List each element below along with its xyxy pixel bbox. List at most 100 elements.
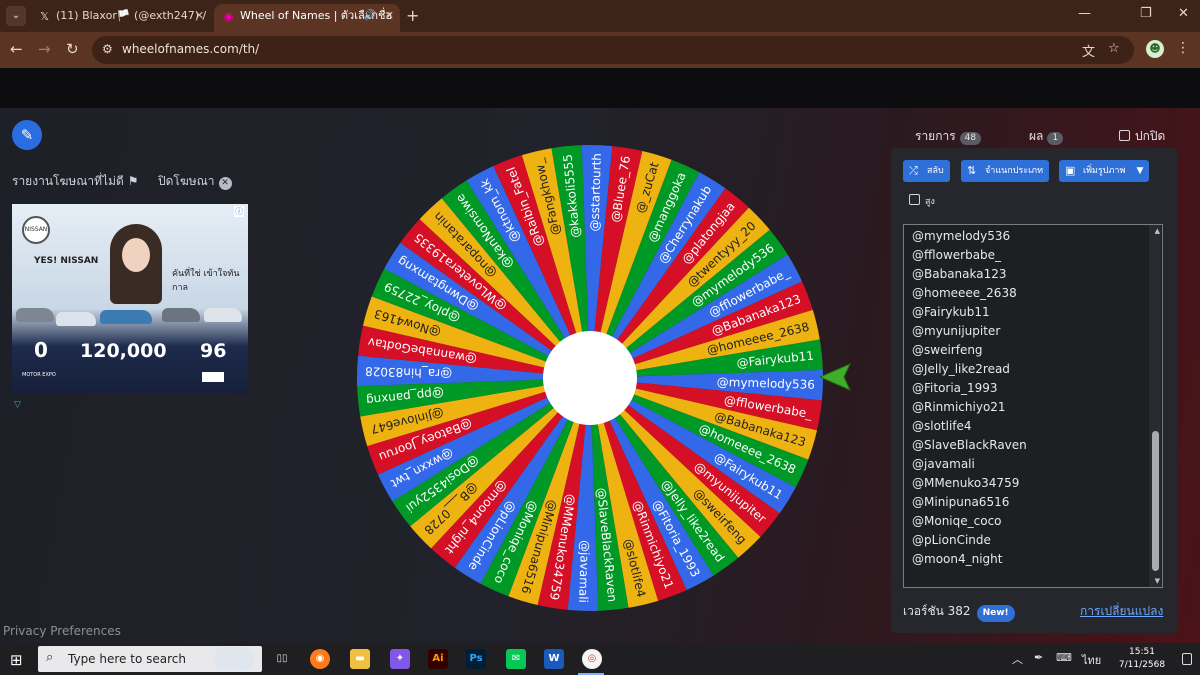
line-app-icon[interactable]: ✉ (506, 649, 526, 669)
entry-line[interactable]: @moon4_night (912, 552, 1002, 566)
word-icon[interactable]: W (544, 649, 564, 669)
entry-line[interactable]: @fflowerbabe_ (912, 248, 1001, 262)
add-image-button[interactable]: ▣ เพิ่มรูปภาพ ▼ (1059, 160, 1150, 182)
restore-icon[interactable]: ❐ (1140, 6, 1152, 21)
clock-time: 15:51 (1129, 647, 1155, 657)
photoshop-icon[interactable]: Ps (466, 649, 486, 669)
entry-line[interactable]: @homeeee_2638 (912, 286, 1017, 300)
wheel-of-names-icon: ◉ (223, 10, 234, 23)
close-ad-link[interactable]: ปิดโฆษณา ✕ (158, 172, 232, 191)
x-logo-icon: 𝕏 (40, 10, 49, 23)
browser-menu-icon[interactable]: ⋮ (1176, 40, 1190, 56)
sort-icon: ⇅ (967, 164, 977, 177)
close-window-icon[interactable]: ✕ (1178, 6, 1189, 21)
ad-info-icon[interactable]: ⓘ (234, 206, 244, 217)
copilot-icon[interactable]: ✦ (390, 649, 410, 669)
results-count-badge: 1 (1047, 132, 1064, 145)
entries-textarea[interactable]: ▲ ▼ @mymelody536 @fflowerbabe_ @Babanaka12… (903, 224, 1163, 588)
entry-line[interactable]: @SlaveBlackRaven (912, 438, 1027, 452)
windows-start-icon[interactable]: ⊞ (10, 651, 23, 669)
sort-button[interactable]: ⇅ จำแนกประเภท (961, 160, 1050, 182)
browser-tab-x[interactable]: 𝕏 (11) Blaxor🏳️ (@exth247) / X ✕ (30, 4, 210, 32)
hide-checkbox[interactable]: ปกปิด (1119, 127, 1165, 146)
file-explorer-icon[interactable]: ▬ (350, 649, 370, 669)
nissan-advertisement[interactable]: NISSAN YES! NISSAN คันที่ใช่ เข้าใจทันกา… (12, 204, 248, 394)
entry-line[interactable]: @MMenuko34759 (912, 476, 1019, 490)
entry-line[interactable]: @slotlife4 (912, 419, 972, 433)
entry-line[interactable]: @sweirfeng (912, 343, 983, 357)
entries-count-badge: 48 (959, 132, 982, 145)
new-tab-button[interactable]: + (406, 6, 419, 25)
chrome-icon[interactable]: ◎ (582, 649, 602, 669)
adchoices-icon[interactable]: ▽ (14, 400, 21, 410)
tab-results-label: ผล (1029, 129, 1044, 143)
entry-line[interactable]: @Fairykub11 (912, 305, 990, 319)
ad-months: 96 (200, 340, 227, 362)
browser-tab-wheel-of-names[interactable]: ◉ Wheel of Names | ตัวเลือกชื่อ 🔊 ✕ (214, 4, 400, 32)
entry-line[interactable]: @pLionCinde (912, 533, 991, 547)
entry-line[interactable]: @Jelly_like2read (912, 362, 1010, 376)
tab-results[interactable]: ผล 1 (1029, 127, 1064, 146)
tray-chevron-up-icon[interactable]: ︿ (1012, 651, 1023, 667)
forward-arrow-icon[interactable]: → (38, 40, 51, 58)
chevron-down-icon: ▼ (1136, 166, 1144, 176)
entry-line[interactable]: @Rinmichiyo21 (912, 400, 1006, 414)
entry-line[interactable]: @mymelody536 (912, 229, 1010, 243)
browser-tab-strip: ⌄ 𝕏 (11) Blaxor🏳️ (@exth247) / X ✕ ◉ Whe… (0, 0, 1200, 32)
taskbar-search-box[interactable]: ⌕ Type here to search (38, 646, 262, 672)
entry-line[interactable]: @Minipuna6516 (912, 495, 1009, 509)
firefox-icon[interactable]: ◉ (310, 649, 330, 669)
advanced-label: สูง (925, 197, 935, 207)
url-text[interactable]: wheelofnames.com/th/ (122, 42, 259, 56)
hide-checkbox-box[interactable] (1119, 130, 1130, 141)
wheel-center-hub[interactable] (543, 331, 637, 425)
keyboard-icon[interactable]: ⌨ (1056, 651, 1072, 664)
entry-line[interactable]: @Babanaka123 (912, 267, 1007, 281)
sort-label: จำแนกประเภท (985, 166, 1044, 176)
site-settings-icon[interactable]: ⚙ (102, 42, 113, 56)
search-icon: ⌕ (46, 650, 54, 665)
shuffle-label: สลับ (927, 166, 944, 176)
back-arrow-icon[interactable]: ← (10, 40, 23, 58)
page-header-band (0, 68, 1200, 108)
entry-line[interactable]: @myunijupiter (912, 324, 1000, 338)
translate-icon[interactable]: ⽂ (1082, 41, 1095, 60)
tab-entries[interactable]: รายการ 48 (908, 127, 988, 152)
close-tab-icon[interactable]: ✕ (385, 4, 394, 28)
system-clock[interactable]: 15:51 7/11/2568 (1112, 646, 1172, 672)
speaker-icon[interactable]: 🔊 (364, 4, 376, 28)
version-label: เวอร์ชัน 382 (903, 604, 971, 618)
shuffle-button[interactable]: ⤮ สลับ (903, 160, 950, 182)
edit-pencil-button[interactable]: ✎ (12, 120, 42, 150)
scroll-down-icon[interactable]: ▼ (1155, 577, 1160, 585)
entry-line[interactable]: @javamali (912, 457, 975, 471)
profile-avatar[interactable]: ☻ (1146, 40, 1164, 58)
report-ad-label: รายงานโฆษณาที่ไม่ดี (12, 174, 124, 188)
changelog-link[interactable]: การเปลี่ยนแปลง (1080, 602, 1163, 621)
close-tab-icon[interactable]: ✕ (195, 4, 204, 28)
name-wheel[interactable]: @mymelody536@fflowerbabe_@Babanaka123@ho… (350, 138, 830, 618)
report-ad-link[interactable]: รายงานโฆษณาที่ไม่ดี ⚑ (12, 172, 139, 191)
wheel-slice-label: @mymelody536 (717, 375, 816, 392)
illustrator-icon[interactable]: Ai (428, 649, 448, 669)
advanced-checkbox-box[interactable] (909, 194, 920, 205)
task-view-icon[interactable]: ▯▯ (272, 649, 292, 669)
minimize-icon[interactable]: — (1078, 6, 1091, 21)
reload-icon[interactable]: ↻ (66, 40, 79, 58)
entry-line[interactable]: @Fitoria_1993 (912, 381, 998, 395)
input-language[interactable]: ไทย (1082, 651, 1101, 669)
privacy-preferences-link[interactable]: Privacy Preferences (3, 624, 121, 638)
notification-icon[interactable] (1182, 653, 1192, 665)
pen-icon[interactable]: ✒ (1034, 651, 1043, 664)
entry-line[interactable]: @Moniqe_coco (912, 514, 1002, 528)
search-highlight-image (214, 647, 254, 671)
ad-cta[interactable] (202, 372, 224, 382)
bookmark-star-icon[interactable]: ☆ (1108, 41, 1120, 56)
scroll-up-icon[interactable]: ▲ (1155, 227, 1160, 235)
wheel-container[interactable]: @mymelody536 @fflowerbabe_ @Babanaka123 @ho… (350, 138, 830, 618)
tab-search-button[interactable]: ⌄ (6, 6, 26, 26)
address-bar[interactable]: ⚙ wheelofnames.com/th/ ⽂ ☆ (92, 36, 1134, 64)
scrollbar-thumb[interactable] (1152, 431, 1159, 571)
tab-title: (11) Blaxor🏳️ (@exth247) / X (56, 9, 210, 22)
advanced-checkbox[interactable]: สูง (909, 194, 935, 208)
